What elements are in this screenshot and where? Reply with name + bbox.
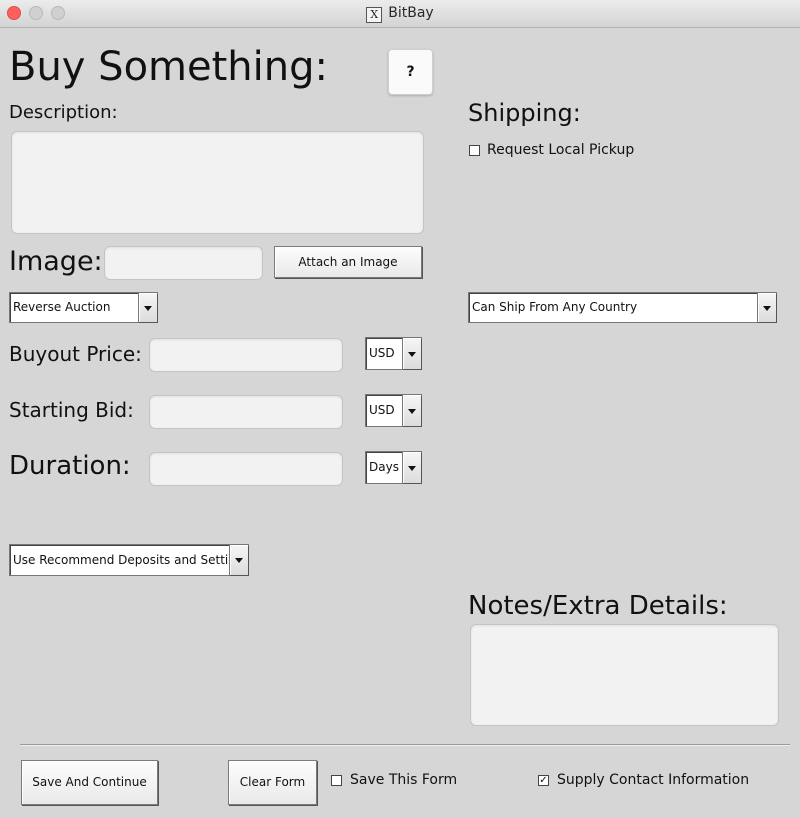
shipping-label: Shipping: xyxy=(468,99,581,127)
notes-textarea[interactable] xyxy=(470,624,779,726)
image-path-field[interactable] xyxy=(104,246,263,280)
ship-country-value: Can Ship From Any Country xyxy=(472,300,638,314)
description-label: Description: xyxy=(9,102,118,123)
save-and-continue-button[interactable]: Save And Continue xyxy=(21,760,158,805)
footer-divider xyxy=(20,744,790,746)
notes-label: Notes/Extra Details: xyxy=(468,591,728,621)
buyout-currency-select[interactable]: USD xyxy=(365,337,422,370)
ship-country-select[interactable]: Can Ship From Any Country xyxy=(468,292,777,323)
supply-contact-checkbox[interactable]: ✓ xyxy=(538,775,549,786)
window-title: X BitBay xyxy=(0,5,800,23)
chevron-down-icon xyxy=(229,545,248,575)
checkmark-icon: ✓ xyxy=(539,775,548,786)
duration-label: Duration: xyxy=(9,451,131,481)
duration-unit-value: Days xyxy=(369,460,399,474)
chevron-down-icon xyxy=(402,452,421,483)
starting-bid-input[interactable] xyxy=(149,395,343,429)
x11-icon: X xyxy=(366,7,383,23)
supply-contact-label: Supply Contact Information xyxy=(557,772,750,788)
save-form-label: Save This Form xyxy=(350,772,458,788)
auction-type-value: Reverse Auction xyxy=(13,300,111,314)
description-textarea[interactable] xyxy=(11,131,424,234)
chevron-down-icon xyxy=(138,293,157,322)
chevron-down-icon xyxy=(402,395,421,426)
buyout-currency-value: USD xyxy=(369,346,395,360)
starting-bid-currency-value: USD xyxy=(369,403,395,417)
local-pickup-label: Request Local Pickup xyxy=(487,142,635,158)
clear-form-button[interactable]: Clear Form xyxy=(228,760,317,805)
chevron-down-icon xyxy=(757,293,776,322)
duration-input[interactable] xyxy=(149,452,343,486)
save-form-checkbox[interactable] xyxy=(331,775,342,786)
chevron-down-icon xyxy=(402,338,421,369)
starting-bid-label: Starting Bid: xyxy=(9,398,134,422)
starting-bid-currency-select[interactable]: USD xyxy=(365,394,422,427)
buyout-label: Buyout Price: xyxy=(9,342,142,366)
image-label: Image: xyxy=(9,246,103,277)
window-title-text: BitBay xyxy=(388,5,434,21)
page-title: Buy Something: xyxy=(9,44,328,90)
duration-unit-select[interactable]: Days xyxy=(365,451,422,484)
attach-image-button[interactable]: Attach an Image xyxy=(274,246,422,278)
buyout-price-input[interactable] xyxy=(149,338,343,372)
window-title-bar: X BitBay xyxy=(0,0,800,28)
local-pickup-checkbox[interactable] xyxy=(469,145,480,156)
auction-type-select[interactable]: Reverse Auction xyxy=(9,292,158,323)
deposits-settings-select[interactable]: Use Recommend Deposits and Settings xyxy=(9,544,250,576)
deposits-settings-value: Use Recommend Deposits and Settings xyxy=(13,553,250,567)
help-button[interactable]: ? xyxy=(388,49,433,95)
